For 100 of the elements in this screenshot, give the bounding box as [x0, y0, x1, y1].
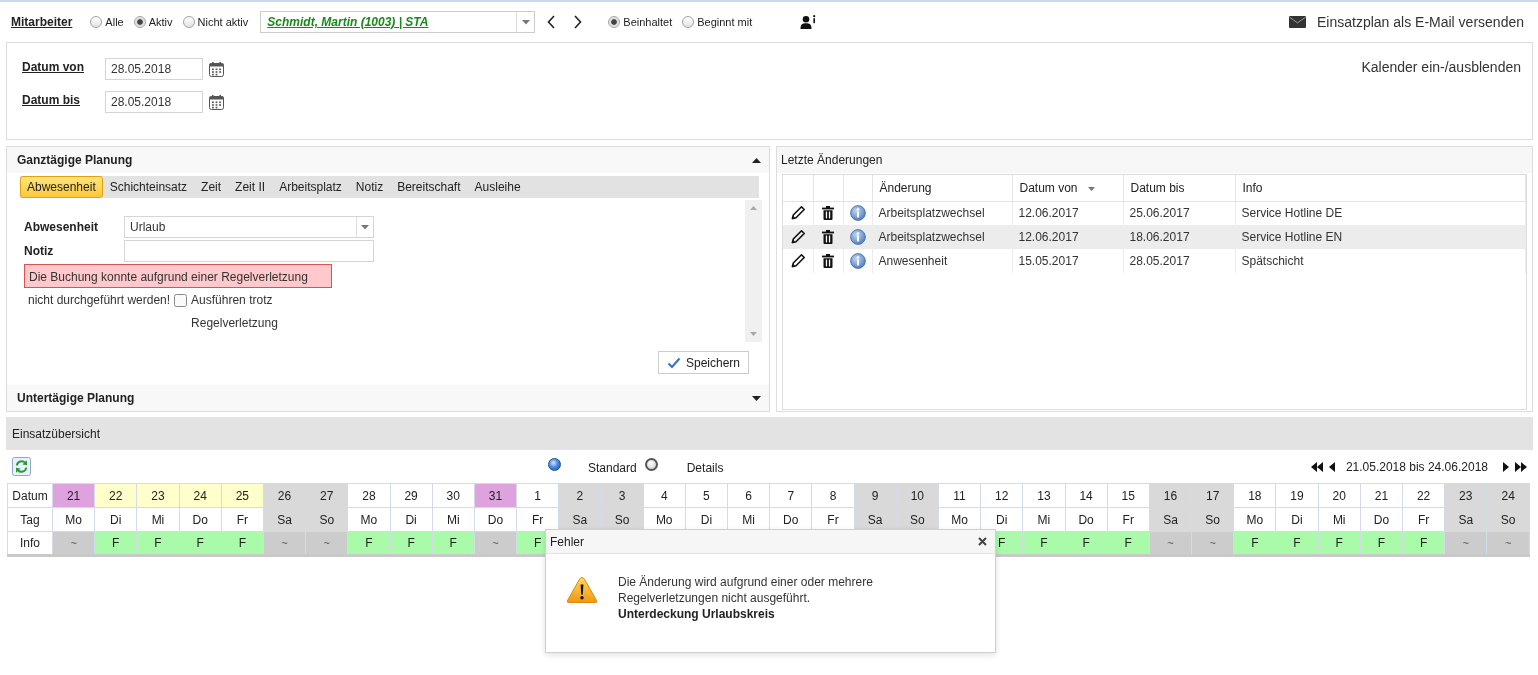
column-header[interactable]: Änderung: [872, 175, 1012, 201]
date-cell: 2: [558, 483, 601, 508]
tab[interactable]: Zeit: [194, 176, 229, 198]
date-input[interactable]: 28.05.2018: [105, 91, 203, 113]
row-label: Datum: [7, 483, 53, 508]
tab[interactable]: Abwesenheit: [20, 176, 103, 198]
dialog-detail: Unterdeckung Urlaubskreis: [618, 606, 776, 622]
radio-label[interactable]: Alle: [105, 16, 124, 28]
triangle-down-icon[interactable]: [752, 395, 761, 401]
checkbox-label[interactable]: Ausführen trotz Regelverletzung: [191, 289, 284, 335]
refresh-icon[interactable]: [12, 457, 31, 476]
save-button[interactable]: Speichern: [658, 351, 749, 374]
date-cell: 22: [94, 483, 137, 508]
radio-button[interactable]: [682, 16, 695, 28]
calendar-icon[interactable]: [209, 94, 224, 110]
table-cell: 15.05.2017: [1012, 249, 1123, 273]
panel-title: Einsatzübersicht: [12, 426, 101, 441]
date-cell: 1: [516, 483, 559, 508]
date-input[interactable]: 28.05.2018: [105, 58, 203, 80]
date-cell: 25: [221, 483, 264, 508]
close-icon[interactable]: [978, 537, 987, 546]
employee-dropdown[interactable]: Schmidt, Martin (1003) | STA: [260, 11, 536, 33]
column-header[interactable]: Datum von: [1012, 175, 1123, 201]
table-row[interactable]: Arbeitsplatzwechsel 12.06.2017 25.06.2017 Service Hotline DE: [783, 201, 1526, 225]
pencil-icon[interactable]: [789, 229, 806, 245]
table-row[interactable]: Anwesenheit 15.05.2017 28.05.2017 Spätschicht: [783, 249, 1526, 273]
date-cell: 15: [1107, 483, 1150, 508]
date-cell: 6: [727, 483, 770, 508]
user-info-icon[interactable]: [800, 15, 817, 29]
date-cell: 19: [1275, 483, 1319, 508]
radio-label[interactable]: Standard: [588, 461, 637, 475]
radio-button[interactable]: [133, 16, 146, 28]
info-icon[interactable]: [849, 253, 866, 269]
tab[interactable]: Ausleihe: [467, 176, 528, 198]
tab[interactable]: Arbeitsplatz: [272, 176, 349, 198]
double-right-arrow-icon[interactable]: [1515, 462, 1527, 472]
dialog-message: Die Änderung wird aufgrund einer oder mehrere Regelverletzungen nicht ausgeführt.: [618, 574, 874, 606]
table-cell: Anwesenheit: [872, 249, 1012, 273]
date-range-label: 21.05.2018 bis 24.06.2018: [1345, 460, 1488, 474]
date-cell: 11: [938, 483, 981, 508]
section-header[interactable]: Untertägige Planung: [7, 385, 769, 411]
note-input[interactable]: [124, 240, 374, 262]
radio-button[interactable]: [644, 458, 658, 471]
toggle-calendar-link[interactable]: Kalender ein-/ausblenden: [1361, 59, 1521, 75]
check-icon: [666, 356, 681, 369]
error-text: nicht durchgeführt werden!: [28, 292, 171, 309]
radio-button[interactable]: [90, 16, 103, 28]
trash-icon[interactable]: [822, 206, 834, 221]
date-cell: 28: [347, 483, 390, 508]
radio-button[interactable]: [608, 16, 621, 28]
date-cell: 17: [1191, 483, 1234, 508]
info-icon[interactable]: [849, 229, 866, 245]
caret-down-icon[interactable]: [361, 224, 369, 230]
chevron-left-icon[interactable]: [547, 15, 556, 29]
row-label: Info: [7, 531, 53, 556]
field-label: Datum bis: [22, 93, 81, 107]
checkbox[interactable]: [174, 294, 188, 307]
column-header[interactable]: Datum bis: [1123, 175, 1235, 201]
column-header[interactable]: Info: [1235, 175, 1526, 201]
date-cell: 3: [600, 483, 644, 508]
triangle-up-icon[interactable]: [752, 157, 761, 163]
trash-icon[interactable]: [822, 254, 834, 268]
radio-label[interactable]: Nicht aktiv: [197, 16, 249, 28]
radio-label[interactable]: Beinhaltet: [623, 16, 673, 28]
date-cell: 26: [263, 483, 306, 508]
table-row[interactable]: Arbeitsplatzwechsel 12.06.2017 18.06.2017 Service Hotline EN: [783, 225, 1526, 249]
date-cell: 14: [1065, 483, 1108, 508]
radio-button[interactable]: [548, 458, 561, 471]
pencil-icon[interactable]: [789, 205, 806, 222]
error-message: Die Buchung konnte aufgrund einer Regelverletzung: [24, 264, 332, 288]
field-label: Datum von: [22, 60, 85, 74]
pencil-icon[interactable]: [789, 253, 806, 269]
row-label: Tag: [7, 507, 53, 532]
tab[interactable]: Bereitschaft: [390, 176, 468, 198]
envelope-icon: [1289, 16, 1306, 28]
sort-caret-icon[interactable]: [1087, 186, 1095, 191]
date-cell: 12: [980, 483, 1023, 508]
warning-icon: [566, 576, 598, 604]
radio-label[interactable]: Beginnt mit: [697, 16, 753, 28]
radio-label[interactable]: Aktiv: [148, 16, 173, 28]
tab[interactable]: Schichteinsatz: [102, 176, 195, 198]
info-icon[interactable]: [849, 205, 866, 222]
tab[interactable]: Zeit II: [228, 176, 273, 198]
date-cell: 8: [811, 483, 855, 508]
section-header[interactable]: Ganztägige Planung: [7, 147, 769, 173]
field-label: Mitarbeiter: [11, 15, 73, 29]
right-arrow-icon[interactable]: [1503, 462, 1509, 472]
radio-button[interactable]: [182, 16, 195, 28]
chevron-right-icon[interactable]: [574, 15, 583, 29]
left-arrow-icon[interactable]: [1328, 462, 1335, 472]
calendar-icon[interactable]: [209, 61, 224, 77]
absence-dropdown[interactable]: Urlaub: [124, 216, 374, 238]
date-cell: 9: [854, 483, 897, 508]
tab[interactable]: Notiz: [348, 176, 391, 198]
email-link[interactable]: Einsatzplan als E-Mail versenden: [1289, 14, 1524, 30]
date-cell: 18: [1233, 483, 1276, 508]
radio-label[interactable]: Details: [686, 461, 724, 475]
trash-icon[interactable]: [822, 230, 834, 244]
caret-down-icon[interactable]: [521, 19, 530, 25]
double-left-arrow-icon[interactable]: [1310, 462, 1323, 472]
